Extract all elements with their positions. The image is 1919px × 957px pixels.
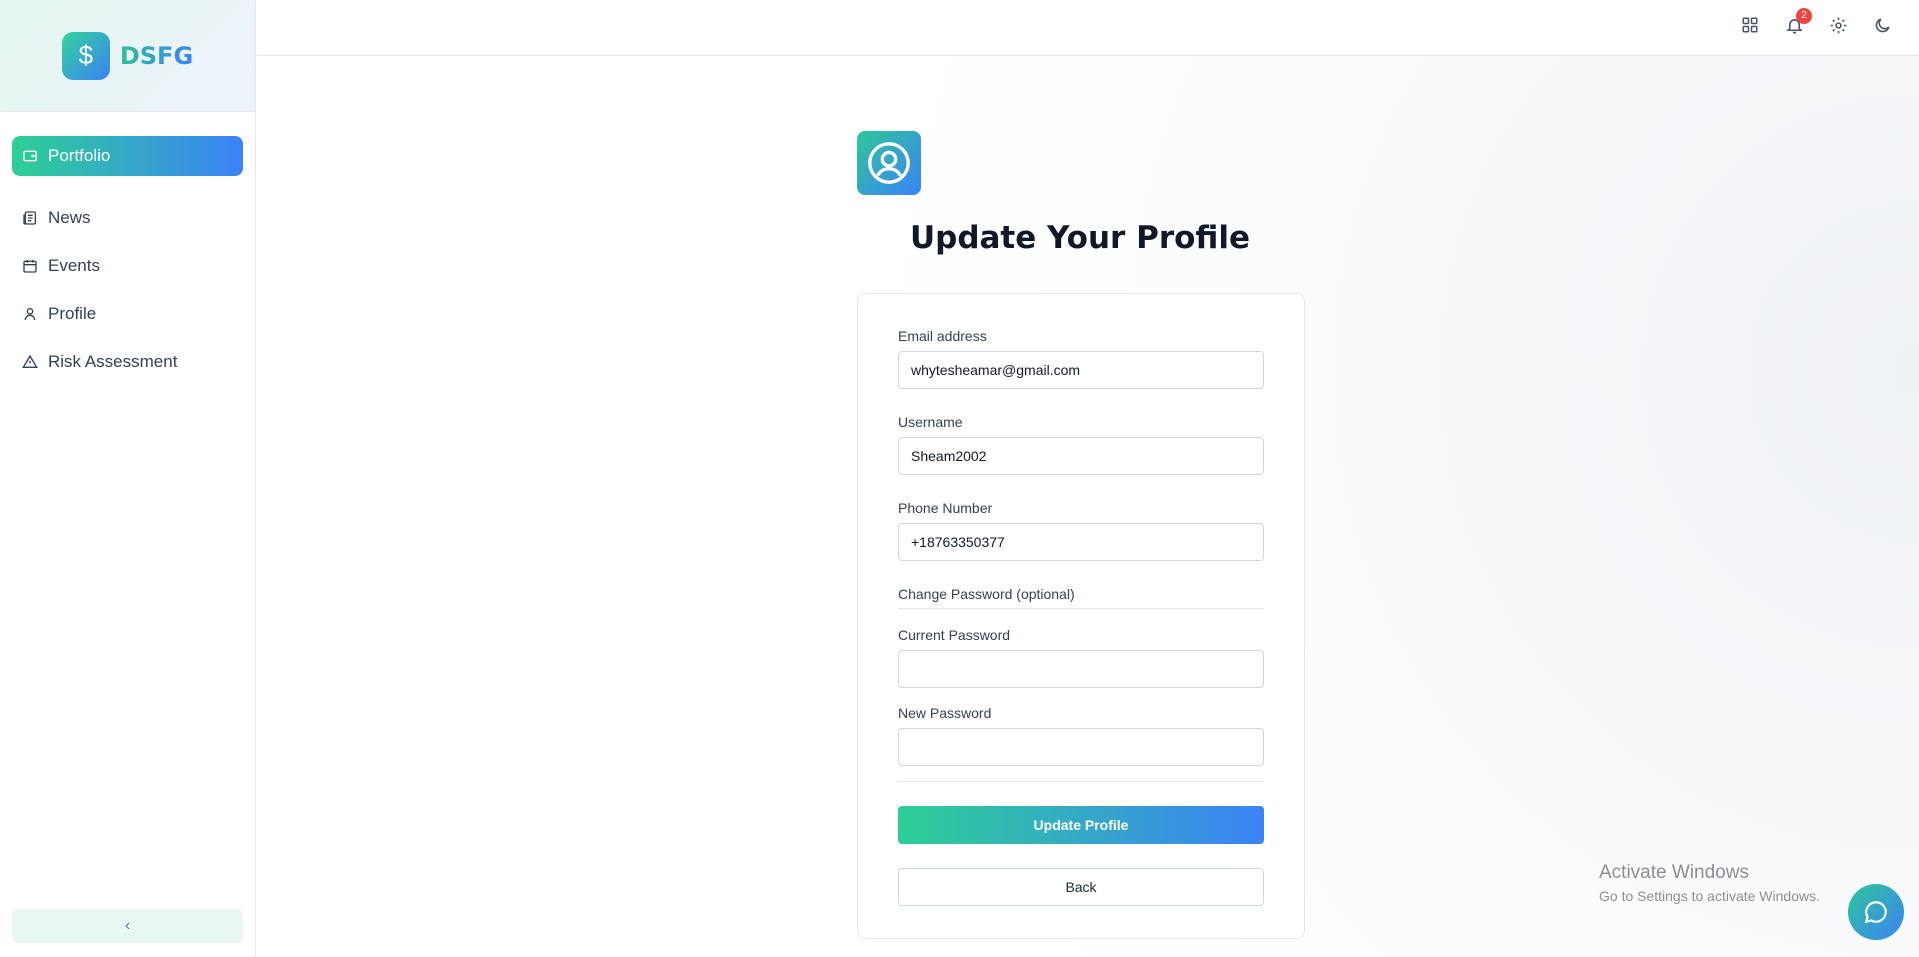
user-icon	[24, 308, 36, 321]
back-button[interactable]: Back	[898, 868, 1264, 906]
wallet-icon	[23, 150, 37, 162]
update-profile-button[interactable]: Update Profile	[898, 806, 1264, 844]
sidebar-item-label: Portfolio	[48, 146, 111, 165]
sidebar-item-label: Profile	[48, 304, 97, 323]
profile-form-card: Email address Username Phone Number Chan…	[857, 293, 1305, 939]
windows-activation-watermark: Activate Windows Go to Settings to activ…	[1599, 862, 1820, 904]
email-field[interactable]	[898, 351, 1264, 389]
chat-button[interactable]	[1848, 884, 1904, 940]
brand-header: $ DSFG	[0, 0, 255, 112]
sidebar-item-label: News	[48, 208, 91, 227]
sidebar-collapse-button[interactable]: ‹	[12, 909, 243, 943]
chat-bubble-icon	[1864, 901, 1887, 924]
page-title: Update Your Profile	[909, 220, 1251, 256]
username-label: Username	[898, 414, 963, 430]
user-circle-icon	[857, 131, 921, 195]
sidebar-item-risk-assessment[interactable]: Risk Assessment	[12, 342, 243, 382]
brand-name: DSFG	[119, 41, 194, 70]
sidebar-item-portfolio[interactable]: Portfolio	[12, 136, 243, 176]
current-password-label: Current Password	[898, 627, 1011, 643]
logo-glyph: $	[78, 40, 94, 70]
sidebar-item-profile[interactable]: Profile	[12, 294, 243, 334]
sidebar-item-label: Risk Assessment	[48, 352, 178, 371]
moon-icon[interactable]	[1871, 14, 1893, 36]
notifications-button[interactable]: 2	[1783, 8, 1812, 36]
current-password-field[interactable]	[898, 650, 1264, 688]
section-divider	[898, 608, 1264, 609]
form-divider	[898, 781, 1264, 782]
dollar-logo-icon: $	[61, 31, 110, 80]
phone-field[interactable]	[898, 523, 1264, 561]
sidebar-nav: Portfolio News Events Profile Risk Asses…	[0, 112, 255, 382]
calendar-icon	[23, 260, 37, 273]
notification-badge: 2	[1796, 8, 1812, 24]
top-bar: 2	[257, 0, 1919, 56]
sidebar: $ DSFG Portfolio News Events Profile Ris…	[0, 0, 256, 957]
sidebar-item-events[interactable]: Events	[12, 246, 243, 286]
phone-label: Phone Number	[898, 500, 993, 516]
change-password-heading: Change Password (optional)	[898, 586, 1075, 602]
watermark-title: Activate Windows	[1599, 862, 1749, 883]
warning-triangle-icon	[22, 354, 38, 368]
email-label: Email address	[898, 328, 987, 344]
watermark-subtitle: Go to Settings to activate Windows.	[1599, 888, 1820, 904]
sidebar-item-label: Events	[48, 256, 100, 275]
username-field[interactable]	[898, 437, 1264, 475]
new-password-label: New Password	[898, 705, 992, 721]
sidebar-item-news[interactable]: News	[12, 198, 243, 238]
new-password-field[interactable]	[898, 728, 1264, 766]
newspaper-icon	[23, 211, 36, 225]
apps-grid-icon[interactable]	[1739, 14, 1761, 36]
gear-icon[interactable]	[1827, 14, 1849, 36]
chevron-left-icon: ‹	[124, 917, 131, 934]
